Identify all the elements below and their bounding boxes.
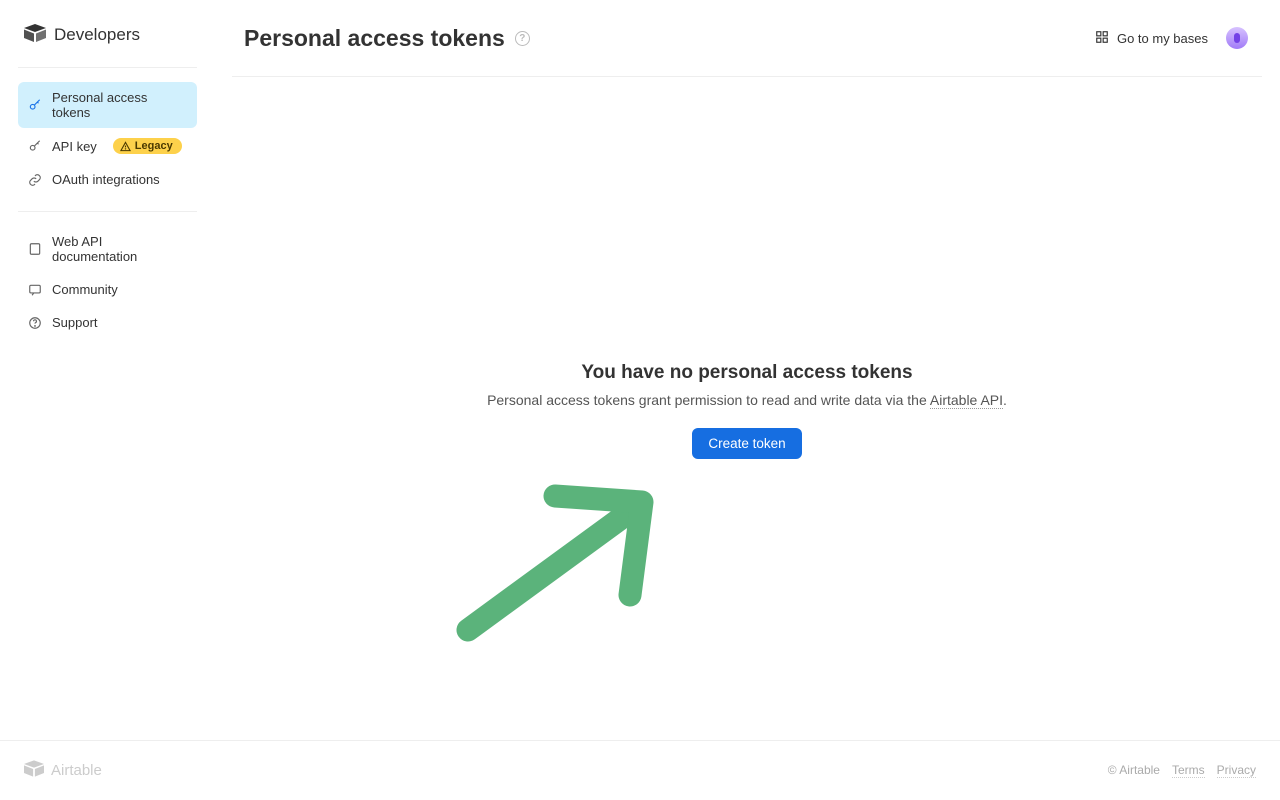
link-icon (28, 173, 42, 187)
legacy-badge-text: Legacy (135, 140, 173, 152)
key-icon (28, 139, 42, 153)
sidebar-group-resources: Web API documentation Community Support (18, 212, 197, 354)
help-circle-icon[interactable]: ? (515, 31, 530, 46)
page-header: Personal access tokens ? Go to my bases (232, 0, 1262, 77)
airtable-logo-icon (24, 24, 46, 45)
sidebar-item-label: OAuth integrations (52, 172, 160, 187)
chat-icon (28, 283, 42, 297)
brand[interactable]: Developers (18, 24, 197, 68)
airtable-logo-icon (24, 760, 44, 781)
empty-state-heading: You have no personal access tokens (232, 362, 1262, 384)
footer-terms-link[interactable]: Terms (1172, 763, 1205, 778)
sidebar-item-oauth-integrations[interactable]: OAuth integrations (18, 164, 197, 195)
empty-state-description: Personal access tokens grant permission … (232, 392, 1262, 408)
sidebar-item-web-api-documentation[interactable]: Web API documentation (18, 226, 197, 272)
go-to-my-bases-label: Go to my bases (1117, 31, 1208, 46)
avatar[interactable] (1226, 27, 1248, 49)
sidebar-item-personal-access-tokens[interactable]: Personal access tokens (18, 82, 197, 128)
footer-copyright: © Airtable (1108, 763, 1160, 778)
footer: Airtable © Airtable Terms Privacy (0, 740, 1280, 800)
sidebar-item-label: Support (52, 315, 98, 330)
sidebar-group-tokens: Personal access tokens API key Legacy (18, 68, 197, 212)
airtable-api-link[interactable]: Airtable API (930, 392, 1003, 409)
brand-text: Developers (54, 25, 140, 45)
sidebar-item-api-key[interactable]: API key Legacy (18, 130, 197, 162)
main-area: Personal access tokens ? Go to my bases (232, 0, 1262, 77)
footer-brand-text: Airtable (51, 762, 102, 779)
sidebar-item-support[interactable]: Support (18, 307, 197, 338)
empty-state: You have no personal access tokens Perso… (232, 362, 1262, 459)
page-title: Personal access tokens (244, 25, 505, 52)
help-circle-icon (28, 316, 42, 330)
key-icon (28, 98, 42, 112)
sidebar-item-label: API key (52, 139, 97, 154)
sidebar-item-label: Community (52, 282, 118, 297)
grid-icon (1095, 30, 1109, 47)
legacy-badge: Legacy (113, 138, 182, 154)
footer-privacy-link[interactable]: Privacy (1217, 763, 1256, 778)
footer-brand[interactable]: Airtable (24, 760, 102, 781)
annotation-arrow-icon (450, 480, 660, 648)
create-token-button[interactable]: Create token (692, 428, 801, 459)
sidebar-item-label: Personal access tokens (52, 90, 187, 120)
go-to-my-bases-link[interactable]: Go to my bases (1095, 30, 1208, 47)
sidebar-item-community[interactable]: Community (18, 274, 197, 305)
sidebar-item-label: Web API documentation (52, 234, 187, 264)
book-icon (28, 242, 42, 256)
sidebar: Developers Personal access tokens API ke… (0, 0, 215, 740)
